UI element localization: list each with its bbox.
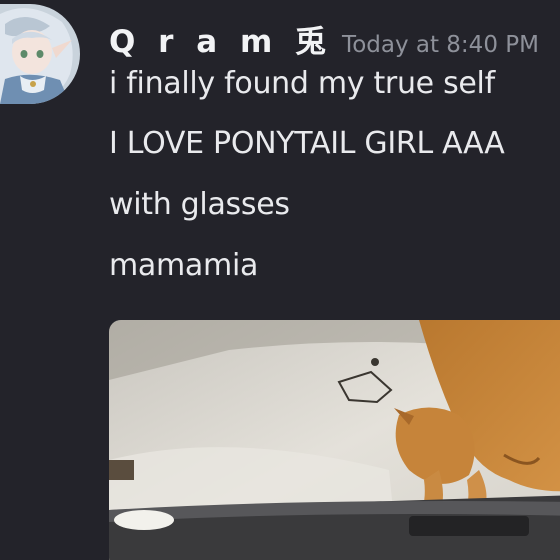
message-line: mamamia — [109, 248, 259, 283]
user-avatar[interactable] — [0, 4, 80, 104]
anime-elf-avatar-icon — [0, 4, 80, 104]
cat-gif-thumbnail — [109, 320, 560, 560]
gif-attachment[interactable] — [109, 320, 560, 560]
message-header: Q r a m 兎 Today at 8:40 PM — [109, 16, 539, 60]
chat-message: Q r a m 兎 Today at 8:40 PM i finally fou… — [0, 0, 560, 560]
message-line: i finally found my true self — [109, 66, 495, 101]
timestamp[interactable]: Today at 8:40 PM — [342, 32, 539, 58]
message-line: with glasses — [109, 187, 290, 222]
username[interactable]: Q r a m 兎 — [109, 16, 332, 61]
message-line: I LOVE PONYTAIL GIRL AAA — [109, 126, 505, 161]
